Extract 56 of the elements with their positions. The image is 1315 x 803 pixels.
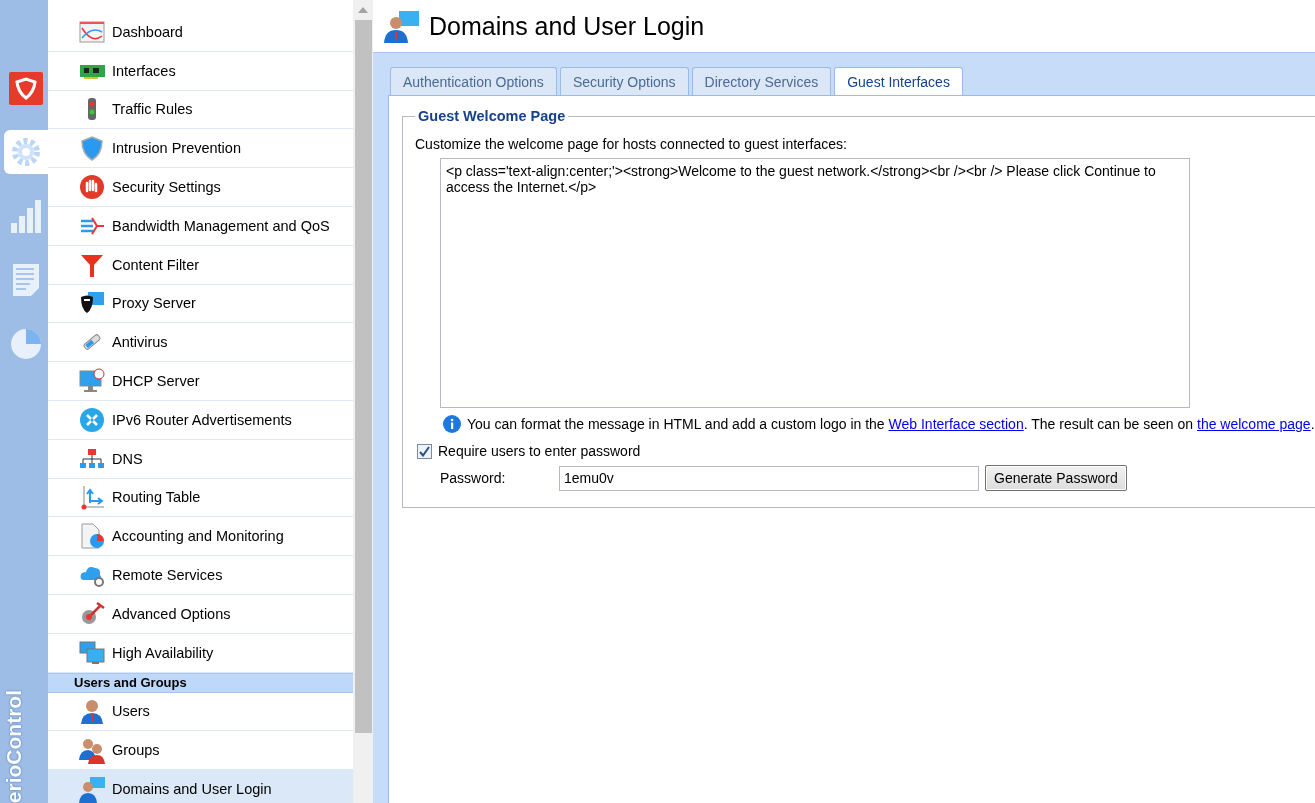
scrollbar-thumb[interactable] — [354, 20, 372, 733]
link[interactable]: Web Interface section — [888, 416, 1024, 432]
sidebar-item-label: Users — [112, 703, 150, 720]
user-monitor-icon — [78, 775, 106, 803]
sidebar-item-label: Groups — [112, 742, 160, 759]
checkbox[interactable] — [417, 443, 432, 459]
message-field[interactable]: <p class='text-align:center;'><strong>Welcome to the guest network.</strong><br /><br /> Please click Continue to access the Internet.</p> — [440, 158, 1190, 408]
description-text: Customize the welcome page for hosts connected to guest interfaces: — [415, 136, 848, 152]
sidebar-item-label: Accounting and Monitoring — [112, 528, 284, 545]
tab[interactable]: Directory Services — [691, 67, 832, 95]
sidebar-item-label: Advanced Options — [112, 605, 231, 622]
fieldset-legend: Guest Welcome Page — [415, 108, 569, 124]
sidebar-item-label: Content Filter — [112, 256, 200, 273]
sidebar-item[interactable]: Domains and User Login — [48, 770, 353, 803]
password-field[interactable]: 1emu0v — [559, 465, 979, 491]
traffic-light-icon — [88, 98, 96, 121]
generate-password-button[interactable]: Generate Password — [985, 465, 1127, 491]
sidebar-item-label: Security Settings — [112, 179, 221, 196]
sidebar-item-label: Domains and User Login — [112, 781, 272, 798]
section-header: Users and Groups — [48, 672, 353, 693]
tab[interactable]: Guest Interfaces — [834, 67, 963, 95]
scroll-up-icon[interactable] — [358, 7, 368, 13]
password-label: Password: — [440, 470, 507, 486]
sidebar-item-label: High Availability — [112, 644, 214, 661]
sidebar-item-label: Proxy Server — [112, 295, 196, 312]
sidebar-item-label: Dashboard — [112, 23, 183, 40]
sidebar-item-label: Bandwidth Management and QoS — [112, 217, 330, 234]
users-icon — [78, 736, 106, 765]
pie-chart-icon[interactable] — [10, 328, 42, 360]
settings-icon[interactable] — [10, 136, 42, 168]
monitors-icon — [78, 638, 106, 667]
scrollbar[interactable] — [353, 0, 373, 803]
sidebar-item-label: Intrusion Prevention — [112, 140, 241, 157]
info-note: You can format the message in HTML and add a custom logo in the Web Interface section. The result can be seen on the welcome page. — [467, 416, 1315, 432]
document-pie-icon — [78, 522, 106, 551]
sidebar-item-label: DNS — [112, 450, 143, 467]
bar-chart-icon[interactable] — [10, 199, 42, 233]
user-icon — [78, 697, 106, 726]
sidebar-item-label: Interfaces — [112, 62, 176, 79]
tab[interactable]: Security Options — [559, 67, 689, 95]
brand-name: erioControl — [2, 689, 26, 803]
sidebar-item-label: Routing Table — [112, 489, 201, 506]
sidebar-item-label: Traffic Rules — [112, 101, 193, 118]
network-node-icon — [78, 405, 106, 434]
sidebar-item-label: Remote Services — [112, 567, 223, 584]
sidebar-item-label: Antivirus — [112, 334, 168, 351]
hand-icon — [78, 173, 106, 202]
page-title: Domains and User Login — [429, 11, 705, 41]
sidebar-item-label: IPv6 Router Advertisements — [112, 411, 292, 428]
sidebar-item-label: DHCP Server — [112, 373, 200, 390]
checkbox-label: Require users to enter password — [438, 443, 641, 459]
shield-icon — [78, 134, 106, 163]
tab[interactable]: Authentication Options — [390, 67, 557, 95]
link[interactable]: the welcome page — [1197, 416, 1311, 432]
info-icon — [443, 415, 461, 433]
document-icon[interactable] — [12, 263, 40, 297]
